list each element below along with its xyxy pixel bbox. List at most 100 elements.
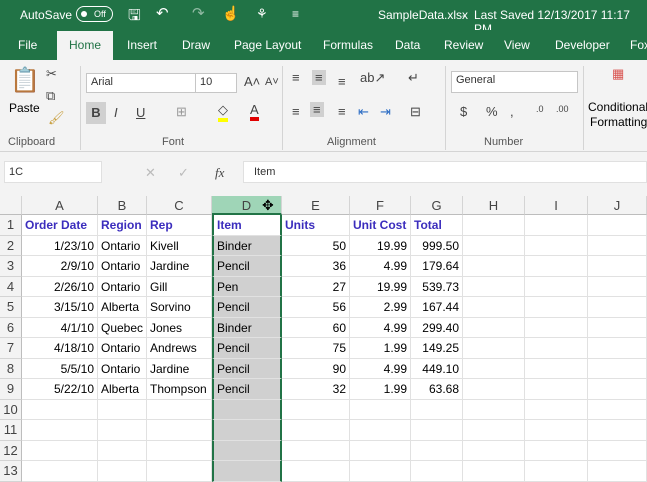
cell-F11[interactable] <box>350 420 411 441</box>
italic-button[interactable]: I <box>114 105 118 120</box>
cell-C11[interactable] <box>147 420 212 441</box>
cell-J6[interactable] <box>588 317 647 338</box>
row-header-9[interactable]: 9 <box>0 379 22 400</box>
cell-J5[interactable] <box>588 297 647 318</box>
align-center-icon[interactable]: ≡ <box>310 102 324 117</box>
cell-F4[interactable]: 19.99 <box>350 276 411 297</box>
cell-D6[interactable]: Binder <box>212 317 282 338</box>
cell-E2[interactable]: 50 <box>282 235 350 256</box>
font-size-select[interactable]: 10 <box>195 73 237 93</box>
cell-J4[interactable] <box>588 276 647 297</box>
cell-F5[interactable]: 2.99 <box>350 297 411 318</box>
cell-H12[interactable] <box>463 440 525 461</box>
cell-F3[interactable]: 4.99 <box>350 256 411 277</box>
cell-J3[interactable] <box>588 256 647 277</box>
row-header-1[interactable]: 1 <box>0 215 22 236</box>
cell-C2[interactable]: Kivell <box>147 235 212 256</box>
decrease-font-icon[interactable]: A˅ <box>265 76 279 88</box>
cell-A4[interactable]: 2/26/10 <box>22 276 98 297</box>
cell-H7[interactable] <box>463 338 525 359</box>
cell-A11[interactable] <box>22 420 98 441</box>
column-header-G[interactable]: G <box>411 196 463 215</box>
cell-E4[interactable]: 27 <box>282 276 350 297</box>
merge-center-icon[interactable]: ⊟ <box>410 104 421 120</box>
cell-A1[interactable]: Order Date <box>22 215 98 236</box>
cell-H11[interactable] <box>463 420 525 441</box>
cell-B9[interactable]: Alberta <box>98 379 147 400</box>
cell-G3[interactable]: 179.64 <box>411 256 463 277</box>
cell-G9[interactable]: 63.68 <box>411 379 463 400</box>
cell-G12[interactable] <box>411 440 463 461</box>
insert-function-icon[interactable]: fx <box>215 165 224 181</box>
cell-B2[interactable]: Ontario <box>98 235 147 256</box>
cell-J2[interactable] <box>588 235 647 256</box>
cell-D12[interactable] <box>212 440 282 461</box>
cell-C8[interactable]: Jardine <box>147 358 212 379</box>
cell-F8[interactable]: 4.99 <box>350 358 411 379</box>
top-align-icon[interactable]: ≡ <box>292 70 300 85</box>
middle-align-icon[interactable]: ≡ <box>312 70 326 85</box>
cell-B7[interactable]: Ontario <box>98 338 147 359</box>
cell-C4[interactable]: Gill <box>147 276 212 297</box>
cell-G6[interactable]: 299.40 <box>411 317 463 338</box>
cell-G13[interactable] <box>411 461 463 482</box>
cell-F9[interactable]: 1.99 <box>350 379 411 400</box>
cell-F13[interactable] <box>350 461 411 482</box>
touch-mode-icon[interactable]: ☝ <box>222 5 239 22</box>
decrease-decimal-icon[interactable]: .00 <box>556 104 569 114</box>
cell-D2[interactable]: Binder <box>212 235 282 256</box>
cell-D3[interactable]: Pencil <box>212 256 282 277</box>
cell-E10[interactable] <box>282 399 350 420</box>
row-header-5[interactable]: 5 <box>0 297 22 318</box>
tab-file[interactable]: File <box>18 38 37 52</box>
cell-E12[interactable] <box>282 440 350 461</box>
cell-I13[interactable] <box>525 461 588 482</box>
cell-E11[interactable] <box>282 420 350 441</box>
cell-A3[interactable]: 2/9/10 <box>22 256 98 277</box>
cell-A8[interactable]: 5/5/10 <box>22 358 98 379</box>
column-header-A[interactable]: A <box>22 196 98 215</box>
column-header-C[interactable]: C <box>147 196 212 215</box>
cell-I6[interactable] <box>525 317 588 338</box>
save-icon[interactable]: 🖫 <box>128 5 141 30</box>
cell-I10[interactable] <box>525 399 588 420</box>
cell-E13[interactable] <box>282 461 350 482</box>
number-format-select[interactable]: General <box>451 71 578 93</box>
currency-icon[interactable]: $ <box>460 104 467 119</box>
cell-H4[interactable] <box>463 276 525 297</box>
cell-E3[interactable]: 36 <box>282 256 350 277</box>
cell-J8[interactable] <box>588 358 647 379</box>
cell-D9[interactable]: Pencil <box>212 379 282 400</box>
cell-B13[interactable] <box>98 461 147 482</box>
cell-I3[interactable] <box>525 256 588 277</box>
cell-G11[interactable] <box>411 420 463 441</box>
cell-J9[interactable] <box>588 379 647 400</box>
undo-icon[interactable]: ↶ <box>156 4 169 22</box>
cell-H3[interactable] <box>463 256 525 277</box>
font-color-icon[interactable]: A <box>250 102 259 121</box>
cell-F1[interactable]: Unit Cost <box>350 215 411 236</box>
cell-E8[interactable]: 90 <box>282 358 350 379</box>
conditional-formatting-label[interactable]: Formatting <box>590 115 647 129</box>
cancel-icon[interactable]: ✕ <box>145 165 156 181</box>
format-painter-icon[interactable]: 🖌 <box>48 110 65 126</box>
row-header-10[interactable]: 10 <box>0 399 22 420</box>
cell-G2[interactable]: 999.50 <box>411 235 463 256</box>
paste-icon[interactable]: 📋 <box>10 66 40 95</box>
tab-review[interactable]: Review <box>444 38 483 52</box>
cell-I9[interactable] <box>525 379 588 400</box>
enter-icon[interactable]: ✓ <box>178 165 189 181</box>
tab-formulas[interactable]: Formulas <box>323 38 373 52</box>
cell-C1[interactable]: Rep <box>147 215 212 236</box>
org-chart-icon[interactable]: ⚘ <box>256 6 268 22</box>
paste-button[interactable]: Paste <box>9 101 40 115</box>
cell-D8[interactable]: Pencil <box>212 358 282 379</box>
cell-D4[interactable]: Pen <box>212 276 282 297</box>
column-header-B[interactable]: B <box>98 196 147 215</box>
cell-J11[interactable] <box>588 420 647 441</box>
autosave-toggle[interactable]: Off <box>76 6 113 22</box>
tab-view[interactable]: View <box>504 38 530 52</box>
cell-D10[interactable] <box>212 399 282 420</box>
name-box[interactable]: 1C <box>4 161 102 183</box>
cell-H6[interactable] <box>463 317 525 338</box>
